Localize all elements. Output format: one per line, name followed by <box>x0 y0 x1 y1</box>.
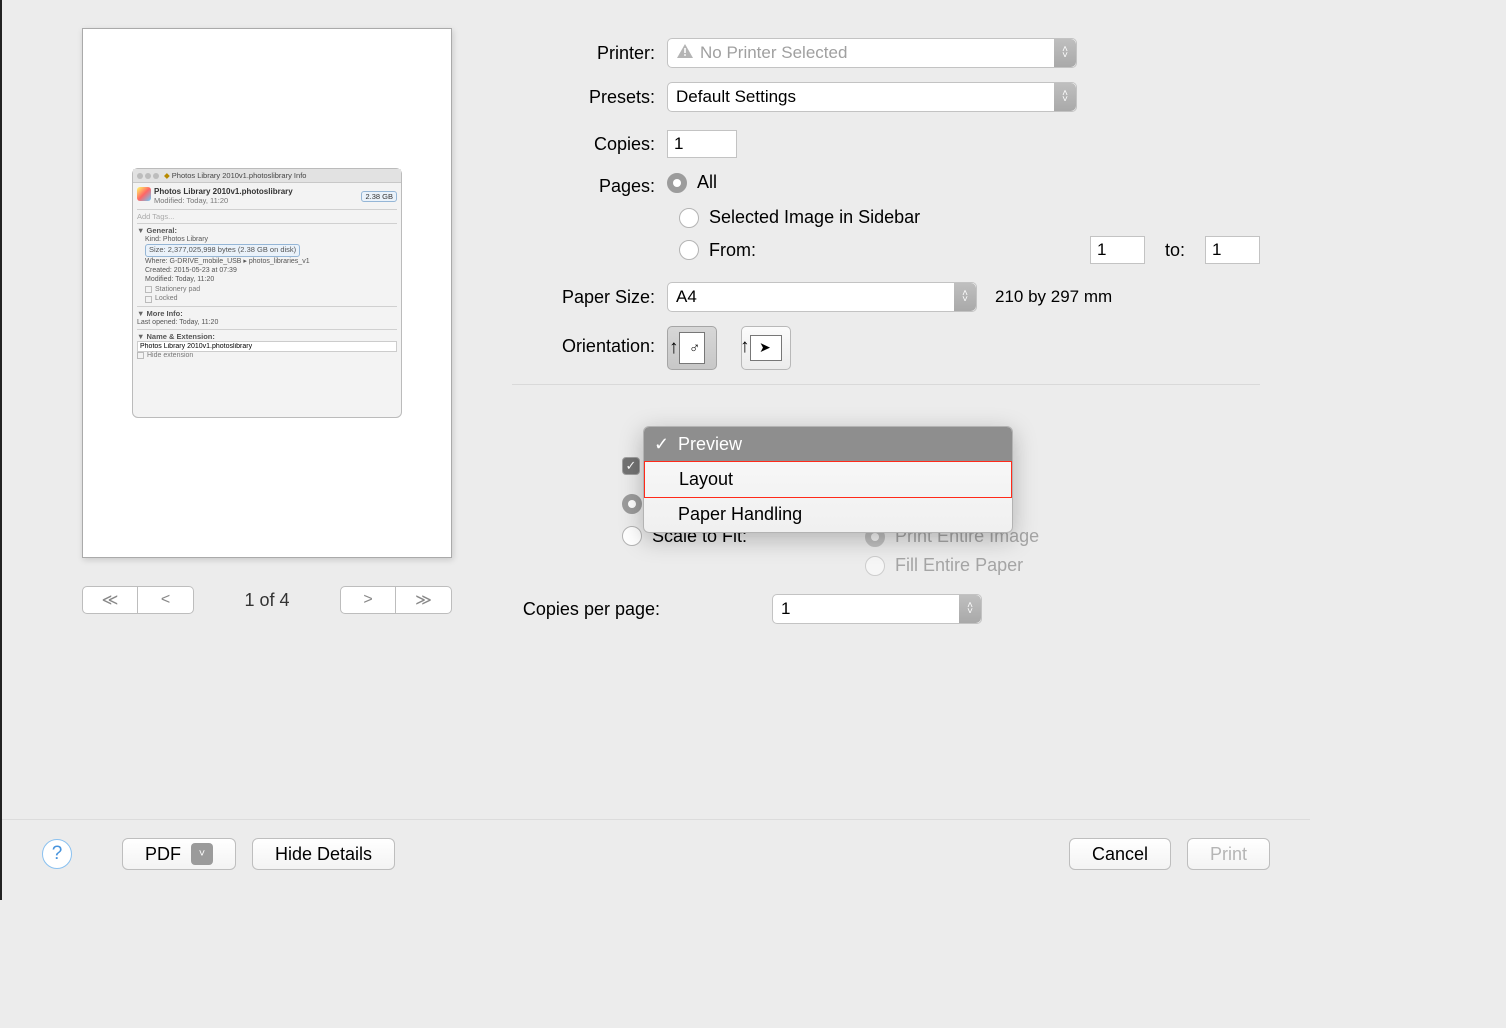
preview-moreinfo-header: More Info: <box>147 309 183 318</box>
chevron-down-icon: ˅ <box>191 843 213 865</box>
preview-page: ◆ Photos Library 2010v1.photoslibrary In… <box>82 28 452 558</box>
cancel-button[interactable]: Cancel <box>1069 838 1171 870</box>
preview-where: Where: G-DRIVE_mobile_USB ▸ photos_libra… <box>145 257 397 266</box>
print-options: Printer: No Printer Selected Presets: De… <box>482 28 1260 638</box>
portrait-icon: ↑ ♂ <box>679 332 705 364</box>
paper-size-label: Paper Size: <box>512 287 667 308</box>
dropdown-item-paper-handling-label: Paper Handling <box>678 504 802 524</box>
dropdown-item-layout-label: Layout <box>679 469 733 489</box>
presets-popup[interactable]: Default Settings <box>667 82 1077 112</box>
pages-all-radio[interactable] <box>667 173 687 193</box>
fill-entire-paper-label: Fill Entire Paper <box>895 555 1023 576</box>
pages-from-label: From: <box>709 240 756 261</box>
preview-info-title: Photos Library 2010v1.photoslibrary Info <box>172 171 307 180</box>
pages-from-radio[interactable] <box>679 240 699 260</box>
paper-size-value: A4 <box>676 287 697 307</box>
section-dropdown-menu: Preview Layout Paper Handling <box>643 426 1013 533</box>
scale-radio[interactable] <box>622 494 642 514</box>
preview-kind: Kind: Photos Library <box>145 235 397 244</box>
divider <box>512 384 1260 385</box>
next-page-button[interactable]: > <box>340 586 396 614</box>
print-button[interactable]: Print <box>1187 838 1270 870</box>
dropdown-item-preview[interactable]: Preview <box>644 427 1012 462</box>
pages-from-input[interactable] <box>1090 236 1145 264</box>
preview-modified: Modified: Today, 11:20 <box>154 196 228 205</box>
pages-selected-label: Selected Image in Sidebar <box>709 207 920 228</box>
copies-input[interactable] <box>667 130 737 158</box>
stepper-arrows-icon <box>959 595 981 623</box>
prev-page-button[interactable]: < <box>138 586 194 614</box>
preview-navigation: ≪ < 1 of 4 > ≫ <box>82 586 452 614</box>
landscape-icon: ↑ ➤ <box>750 335 782 361</box>
auto-rotate-checkbox[interactable]: ✓ <box>622 457 640 475</box>
stepper-arrows-icon <box>1054 39 1076 67</box>
preview-name-input <box>137 341 397 352</box>
last-page-button[interactable]: ≫ <box>396 586 452 614</box>
paper-size-popup[interactable]: A4 <box>667 282 977 312</box>
pages-to-input[interactable] <box>1205 236 1260 264</box>
pages-selected-radio[interactable] <box>679 208 699 228</box>
stepper-arrows-icon <box>1054 83 1076 111</box>
presets-label: Presets: <box>512 87 667 108</box>
dropdown-item-preview-label: Preview <box>678 434 742 454</box>
pages-to-label: to: <box>1165 240 1185 261</box>
dropdown-item-paper-handling[interactable]: Paper Handling <box>644 497 1012 532</box>
copies-per-page-value: 1 <box>781 599 790 619</box>
printer-popup[interactable]: No Printer Selected <box>667 38 1077 68</box>
preview-created: Created: 2015-05-23 at 07:39 <box>145 266 397 275</box>
orientation-portrait-button[interactable]: ↑ ♂ <box>667 326 717 370</box>
help-button[interactable]: ? <box>42 839 72 869</box>
preview-file-name: Photos Library 2010v1.photoslibrary <box>154 187 293 196</box>
dropdown-item-layout[interactable]: Layout <box>643 461 1013 498</box>
print-label: Print <box>1210 844 1247 865</box>
preview-last-opened: Last opened: Today, 11:20 <box>137 318 397 327</box>
preview-nameext-header: Name & Extension: <box>147 332 215 341</box>
paper-dimensions: 210 by 297 mm <box>995 287 1112 307</box>
orientation-label: Orientation: <box>512 326 667 357</box>
print-dialog: ◆ Photos Library 2010v1.photoslibrary In… <box>0 0 1310 900</box>
presets-value: Default Settings <box>676 87 796 107</box>
stepper-arrows-icon <box>954 283 976 311</box>
pdf-button-label: PDF <box>145 844 181 865</box>
preview-general-header: General: <box>147 226 177 235</box>
pdf-dropdown-button[interactable]: PDF ˅ <box>122 838 236 870</box>
warning-icon <box>676 43 694 64</box>
preview-hide-ext: Hide extension <box>147 352 193 359</box>
preview-size-badge: 2.38 GB <box>361 191 397 202</box>
copies-label: Copies: <box>512 134 667 155</box>
preview-add-tags: Add Tags... <box>137 212 174 221</box>
cancel-label: Cancel <box>1092 844 1148 865</box>
pages-all-label: All <box>697 172 717 193</box>
printer-label: Printer: <box>512 43 667 64</box>
hide-details-button[interactable]: Hide Details <box>252 838 395 870</box>
preview-size: Size: 2,377,025,998 bytes (2.38 GB on di… <box>145 244 300 256</box>
dialog-footer: ? PDF ˅ Hide Details Cancel Print <box>2 819 1310 900</box>
preview-column: ◆ Photos Library 2010v1.photoslibrary In… <box>52 28 482 638</box>
orientation-landscape-button[interactable]: ↑ ➤ <box>741 326 791 370</box>
page-indicator: 1 of 4 <box>244 590 289 611</box>
preview-locked: Locked <box>155 294 178 303</box>
copies-per-page-popup[interactable]: 1 <box>772 594 982 624</box>
hide-details-label: Hide Details <box>275 844 372 865</box>
first-page-button[interactable]: ≪ <box>82 586 138 614</box>
fill-entire-paper-radio <box>865 556 885 576</box>
printer-value: No Printer Selected <box>700 43 847 63</box>
preview-modified2: Modified: Today, 11:20 <box>145 275 397 284</box>
copies-per-page-label: Copies per page: <box>452 599 672 620</box>
preview-stationery: Stationery pad <box>155 285 200 294</box>
pages-label: Pages: <box>512 176 667 197</box>
preview-document-content: ◆ Photos Library 2010v1.photoslibrary In… <box>132 168 402 418</box>
scale-to-fit-radio[interactable] <box>622 526 642 546</box>
